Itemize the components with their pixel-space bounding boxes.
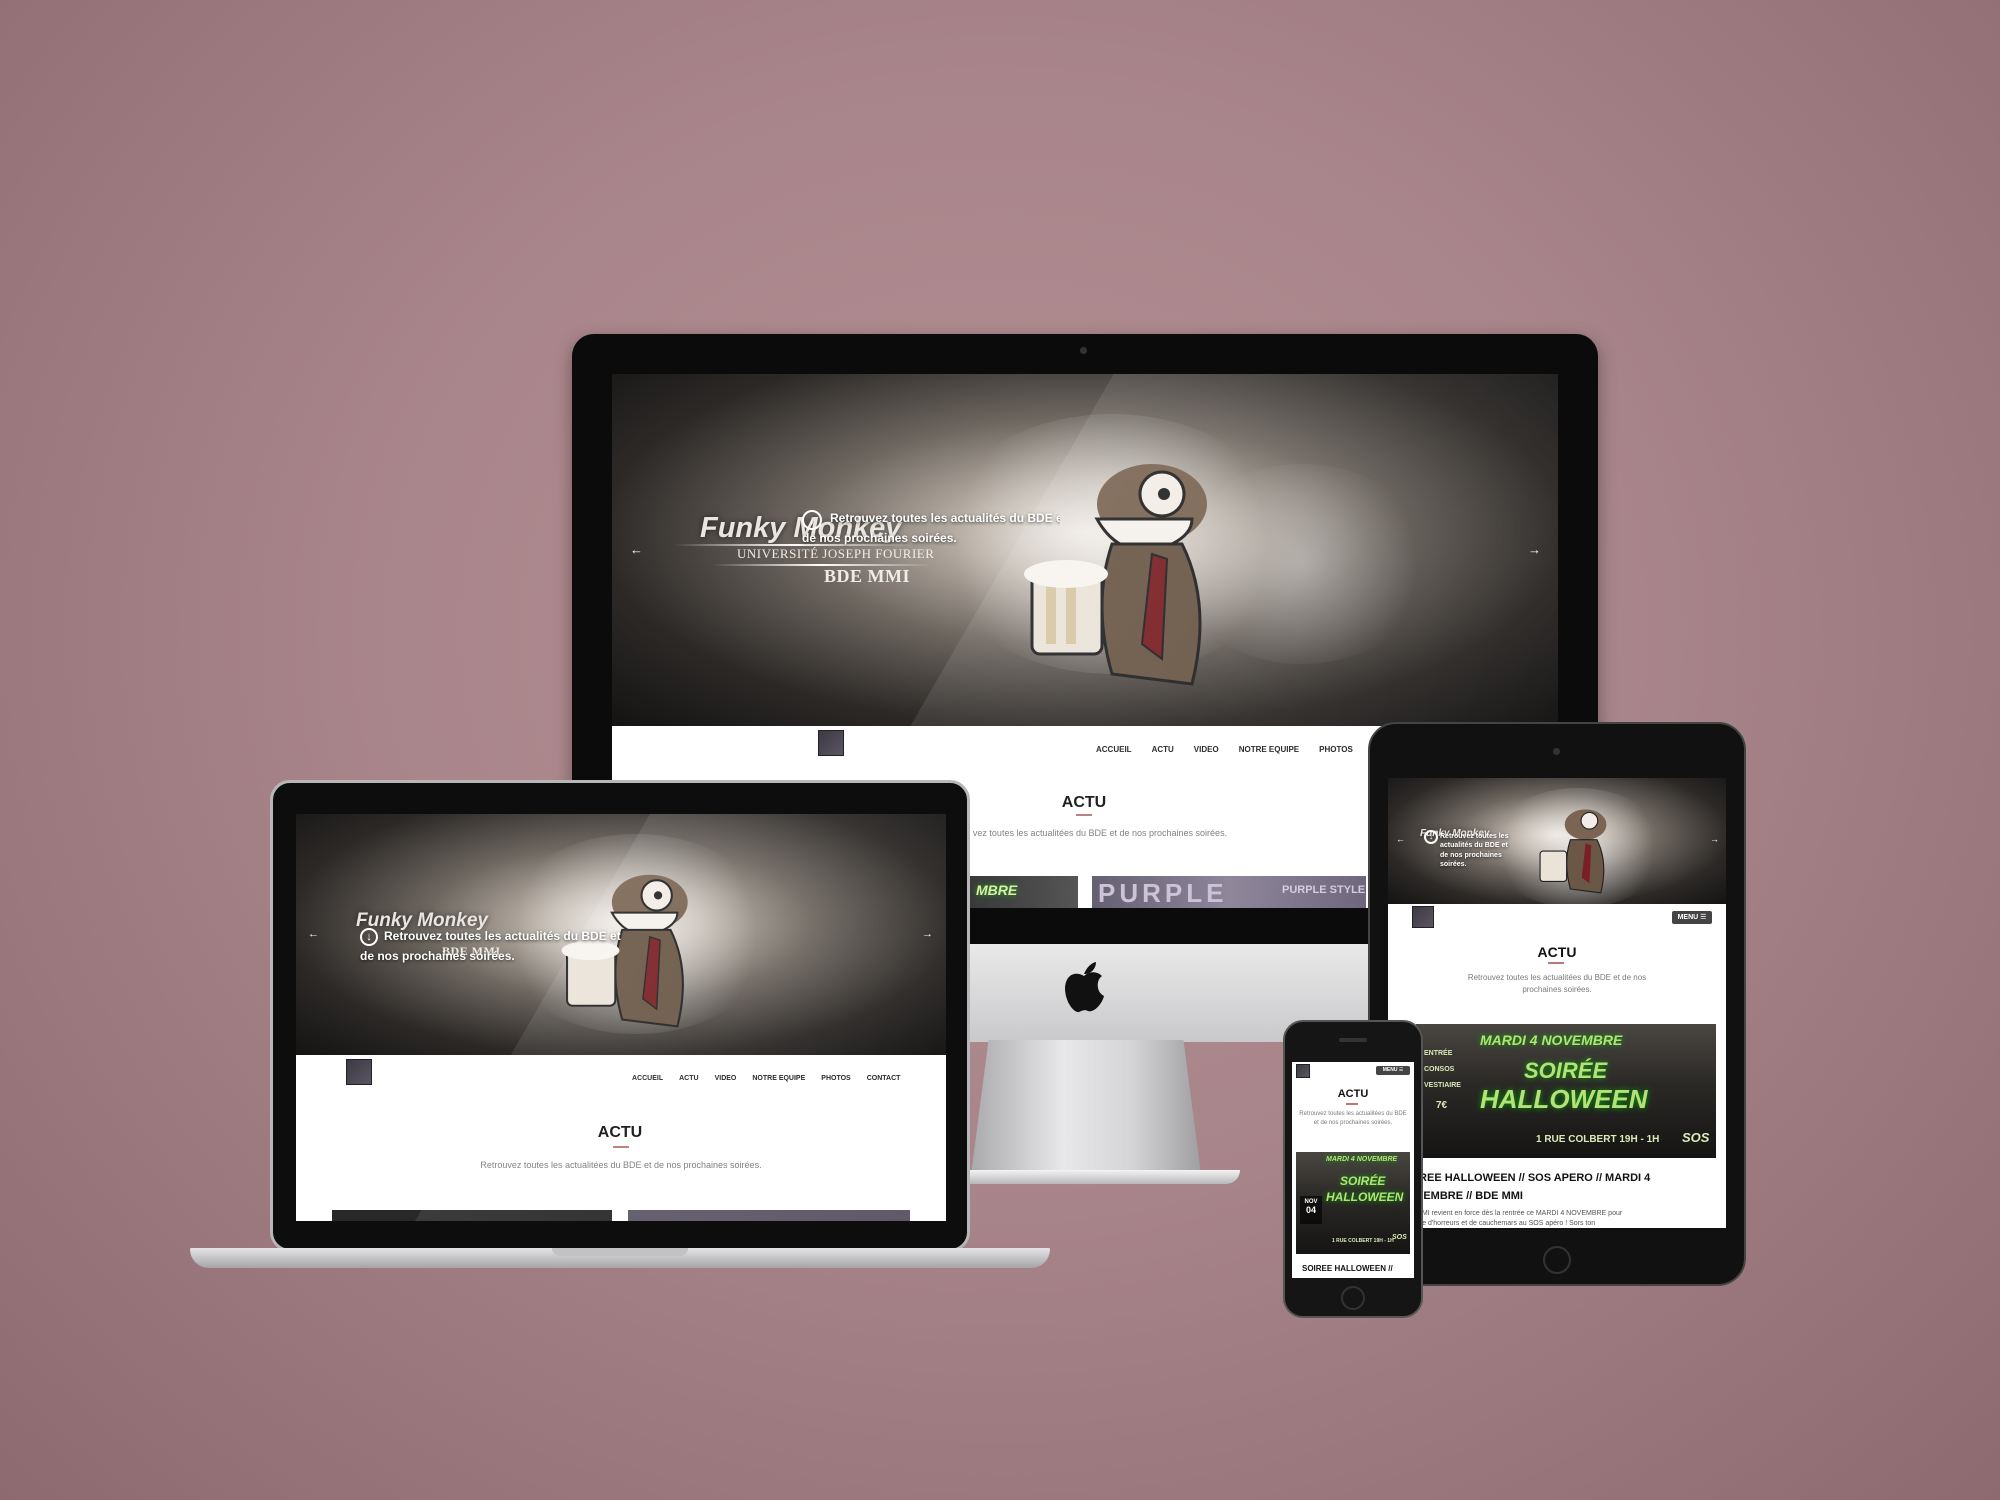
tablet-poster-consos: CONSOS: [1424, 1066, 1455, 1073]
imac-actu-rule: [1076, 814, 1092, 816]
imac-camera: [1080, 347, 1087, 354]
phone-actu-title: ACTU: [1337, 1088, 1369, 1100]
phone-poster-title-1: SOIRÉE: [1340, 1174, 1386, 1188]
nav-item-photos[interactable]: PHOTOS: [1319, 745, 1353, 754]
nav-item-notre-equipe[interactable]: NOTRE EQUIPE: [1239, 745, 1299, 754]
tablet-poster-vestiaire: VESTIAIRE: [1424, 1082, 1461, 1089]
imac-thumb-1[interactable]: MBRE: [970, 876, 1078, 908]
tablet-monkey-illustration-icon: [1539, 809, 1607, 894]
laptop-hero-tagline-line2: de nos prochaines soirées.: [360, 949, 515, 963]
laptop-actu-title: ACTU: [597, 1124, 643, 1141]
laptop-scroll-down-icon[interactable]: ↓: [360, 928, 378, 946]
imac-thumb-2-text: PURPLE: [1098, 878, 1228, 908]
tablet-camera: [1553, 748, 1560, 755]
tablet-poster-entry: ENTRÉE: [1424, 1050, 1453, 1057]
hero-tagline-line1: Retrouvez toutes les actualités du BDE e…: [830, 511, 1060, 525]
nav-item-actu[interactable]: ACTU: [1152, 745, 1174, 754]
laptop-slider-next-arrow-icon[interactable]: →: [922, 928, 933, 940]
laptop-nav-item-accueil[interactable]: ACCUEIL: [632, 1075, 663, 1082]
laptop-thumb-2[interactable]: [628, 1210, 910, 1221]
tablet-home-button[interactable]: [1543, 1246, 1571, 1274]
phone-site-logo[interactable]: [1296, 1064, 1310, 1078]
imac-thumb-1-text: MBRE: [976, 882, 1018, 898]
imac-hero: Funky Monkey UNIVERSITÉ JOSEPH FOURIER B…: [612, 374, 1558, 726]
tablet-navbar: MENU ☰: [1388, 904, 1726, 931]
phone-poster-title-2: HALLOWEEN: [1326, 1190, 1404, 1204]
hero-logo-university: UNIVERSITÉ JOSEPH FOURIER: [737, 546, 935, 561]
phone-speaker: [1339, 1038, 1367, 1042]
hero-tagline-line2: de nos prochaines soirées.: [802, 531, 957, 545]
laptop-navbar: ACCUEIL ACTU VIDEO NOTRE EQUIPE PHOTOS C…: [296, 1055, 946, 1100]
imac-thumb-2-subtext: PURPLE STYLE: [1282, 884, 1366, 896]
tablet-post-title-line1[interactable]: IREE HALLOWEEN // SOS APERO // MARDI 4: [1416, 1172, 1650, 1184]
tablet-hero-tagline: Retrouvez toutes les actualités du BDE e…: [1440, 832, 1510, 870]
phone-halloween-poster[interactable]: MARDI 4 NOVEMBRE SOIRÉE HALLOWEEN NOV 04…: [1296, 1152, 1410, 1254]
nav-item-accueil[interactable]: ACCUEIL: [1096, 745, 1132, 754]
tablet-hero-tagline-line2: de nos prochaines soirées.: [1440, 851, 1502, 869]
laptop-notch: [552, 1248, 688, 1256]
slider-prev-arrow-icon[interactable]: ←: [630, 542, 643, 557]
tablet-scroll-down-icon[interactable]: ↓: [1424, 830, 1438, 844]
tablet-poster-address: 1 RUE COLBERT 19H - 1H: [1536, 1134, 1660, 1145]
laptop-site-logo[interactable]: [346, 1059, 372, 1085]
tablet-post-excerpt-line2: rée d'horreurs et de cauchemars au SOS a…: [1416, 1220, 1596, 1227]
tablet-poster-title-1: SOIRÉE: [1524, 1058, 1608, 1083]
tablet-menu-button[interactable]: MENU ☰: [1672, 911, 1712, 924]
tablet-halloween-poster[interactable]: MARDI 4 NOVEMBRE SOIRÉE HALLOWEEN ENTRÉE…: [1416, 1024, 1716, 1158]
tablet-slider-next-arrow-icon[interactable]: →: [1710, 834, 1719, 844]
site-logo[interactable]: [818, 730, 844, 756]
phone-poster-date: MARDI 4 NOVEMBRE: [1326, 1156, 1398, 1163]
tablet-post-title-line2[interactable]: VEMBRE // BDE MMI: [1416, 1190, 1523, 1202]
phone-navbar: MENU ☰: [1292, 1062, 1414, 1079]
tablet-slider-prev-arrow-icon[interactable]: ←: [1396, 834, 1405, 844]
laptop-nav-item-photos[interactable]: PHOTOS: [821, 1075, 850, 1082]
phone-post-date-day: 04: [1305, 1205, 1316, 1215]
tablet-actu-description: Retrouvez toutes les actualitées du BDE …: [1467, 973, 1647, 994]
laptop-thumb-1[interactable]: [332, 1210, 612, 1221]
laptop-monkey-illustration-icon: [561, 874, 688, 1028]
tablet-poster-price: 7€: [1436, 1100, 1448, 1111]
laptop-nav-item-notre-equipe[interactable]: NOTRE EQUIPE: [752, 1075, 805, 1082]
laptop-slider-prev-arrow-icon[interactable]: ←: [308, 928, 319, 940]
laptop-nav-item-actu[interactable]: ACTU: [679, 1075, 698, 1082]
phone-actu-description: Retrouvez toutes les actualitées du BDE …: [1299, 1111, 1407, 1126]
tablet-actu-title: ACTU: [1537, 944, 1577, 960]
phone-poster-tag: SOS: [1392, 1234, 1407, 1241]
tablet-poster-title-2: HALLOWEEN: [1480, 1084, 1648, 1114]
laptop-hero-tagline-line1: Retrouvez toutes les actualités du BDE e…: [384, 929, 621, 943]
tablet-poster-date: MARDI 4 NOVEMBRE: [1480, 1032, 1623, 1048]
monkey-illustration-icon: [1024, 464, 1207, 686]
laptop-nav-item-video[interactable]: VIDEO: [715, 1075, 737, 1082]
imac-actu-title: ACTU: [1061, 794, 1107, 811]
imac-thumb-2[interactable]: PURPLE PURPLE STYLE: [1092, 876, 1366, 908]
hero-logo-bde: BDE MMI: [824, 566, 910, 586]
laptop-nav-menu: ACCUEIL ACTU VIDEO NOTRE EQUIPE PHOTOS C…: [632, 1075, 900, 1082]
imac-stand: [970, 1040, 1202, 1182]
laptop-actu-description: Retrouvez toutes les actualitées du BDE …: [480, 1160, 762, 1170]
phone-home-button[interactable]: [1341, 1286, 1365, 1310]
imac-nav-menu: ACCUEIL ACTU VIDEO NOTRE EQUIPE PHOTOS C…: [1096, 745, 1411, 754]
apple-logo-icon: [1062, 960, 1106, 1014]
imac-actu-description: vez toutes les actualitées du BDE et de …: [972, 828, 1228, 838]
laptop-hero: Funky Monkey BDE MMI ↓ Retrouvez toutes …: [296, 814, 946, 1055]
tablet-hero-tagline-line1: Retrouvez toutes les actualités du BDE e…: [1440, 833, 1509, 850]
slider-next-arrow-icon[interactable]: →: [1528, 542, 1541, 557]
phone-post-title[interactable]: SOIREE HALLOWEEN //: [1302, 1264, 1393, 1273]
laptop-actu-rule: [613, 1146, 629, 1148]
tablet-hero: Funky Monkey ↓ Retrouvez toutes les actu…: [1388, 778, 1726, 904]
scroll-down-icon[interactable]: ↓: [802, 510, 822, 530]
tablet-site-logo[interactable]: [1412, 906, 1434, 928]
tablet-post-excerpt-line1: MMI revient en force dès la rentrée ce M…: [1416, 1210, 1623, 1217]
tablet-poster-tag: SOS: [1682, 1130, 1710, 1145]
phone-poster-address: 1 RUE COLBERT 19H - 1H: [1332, 1238, 1394, 1244]
phone-actu-rule: [1346, 1103, 1358, 1105]
imac-base: [954, 1170, 1240, 1184]
nav-item-video[interactable]: VIDEO: [1194, 745, 1219, 754]
tablet-actu-rule: [1548, 962, 1564, 964]
laptop-nav-item-contact[interactable]: CONTACT: [867, 1075, 901, 1082]
phone-post-date-badge: NOV 04: [1300, 1196, 1322, 1224]
phone-menu-button[interactable]: MENU ☰: [1376, 1066, 1410, 1075]
